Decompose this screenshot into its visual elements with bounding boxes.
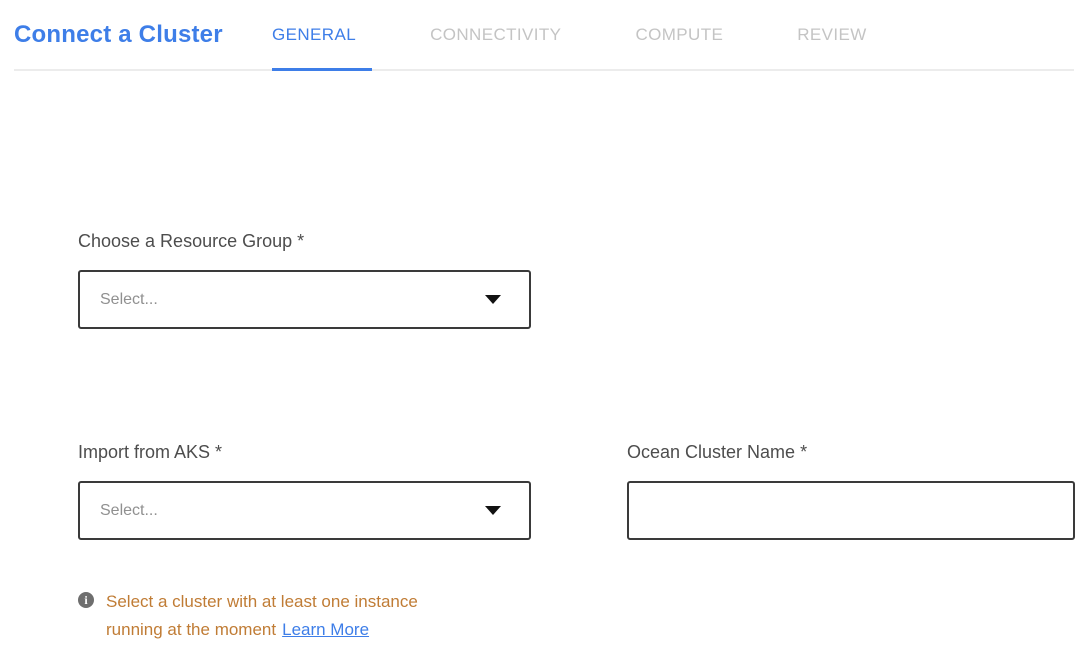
resource-group-placeholder: Select... xyxy=(100,291,158,309)
learn-more-link[interactable]: Learn More xyxy=(282,620,369,639)
import-aks-select[interactable]: Select... xyxy=(78,481,531,540)
tab-compute[interactable]: COMPUTE xyxy=(635,0,739,69)
tab-connectivity[interactable]: CONNECTIVITY xyxy=(430,0,577,69)
cluster-name-field: Ocean Cluster Name * xyxy=(627,441,1075,540)
chevron-down-icon xyxy=(485,295,501,304)
resource-group-label: Choose a Resource Group * xyxy=(78,230,1088,252)
resource-group-select[interactable]: Select... xyxy=(78,270,531,329)
import-aks-label: Import from AKS * xyxy=(78,441,531,463)
import-aks-field: Import from AKS * Select... i Select a c… xyxy=(78,441,531,644)
tab-review[interactable]: REVIEW xyxy=(797,0,882,69)
import-aks-placeholder: Select... xyxy=(100,502,158,520)
tab-general[interactable]: GENERAL xyxy=(272,0,372,69)
cluster-name-label: Ocean Cluster Name * xyxy=(627,441,1075,463)
cluster-instance-note: i Select a cluster with at least one ins… xyxy=(78,588,531,644)
general-step-form: Choose a Resource Group * Select... Impo… xyxy=(0,71,1088,644)
wizard-tabs: GENERAL CONNECTIVITY COMPUTE REVIEW xyxy=(272,0,941,69)
wizard-header: Connect a Cluster GENERAL CONNECTIVITY C… xyxy=(14,0,1074,71)
info-icon: i xyxy=(78,592,94,608)
page-title: Connect a Cluster xyxy=(14,0,272,69)
cluster-name-input[interactable] xyxy=(627,481,1075,540)
resource-group-field: Choose a Resource Group * Select... xyxy=(78,230,1088,329)
note-text: Select a cluster with at least one insta… xyxy=(106,588,478,644)
chevron-down-icon xyxy=(485,506,501,515)
note-message: Select a cluster with at least one insta… xyxy=(106,592,418,639)
